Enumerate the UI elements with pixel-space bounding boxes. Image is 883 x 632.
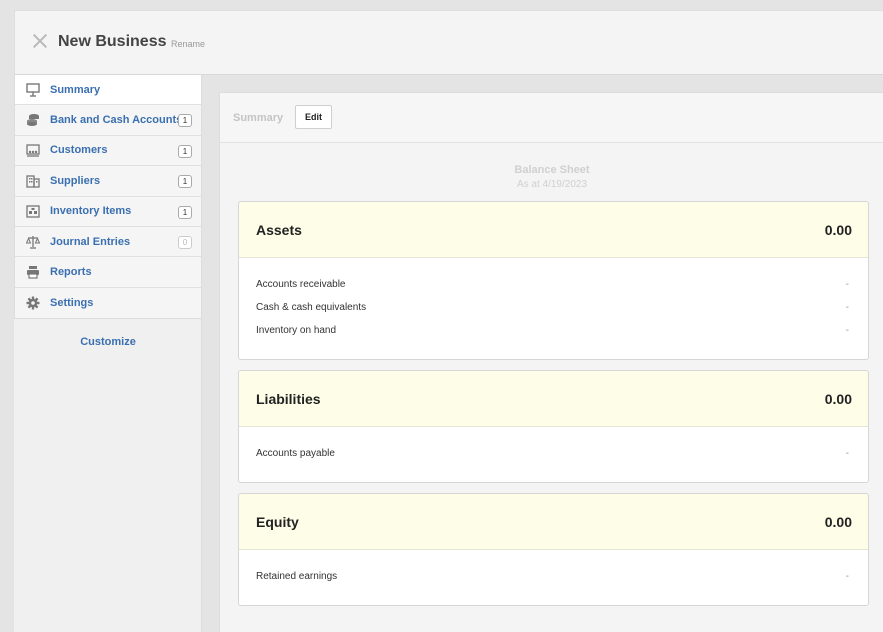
- line-value: -: [845, 325, 849, 336]
- count-badge: 1: [178, 205, 192, 219]
- business-header: New Business Rename: [14, 10, 883, 75]
- sidebar-item-journal-entries[interactable]: Journal Entries 0: [15, 226, 201, 258]
- warehouse-icon: [26, 204, 40, 218]
- line-label: Inventory on hand: [256, 325, 337, 336]
- sidebar-item-label: Journal Entries: [50, 235, 131, 248]
- line-value: -: [845, 571, 849, 582]
- scales-icon: [26, 235, 40, 249]
- section-title: Assets: [256, 222, 302, 238]
- list-item: Cash & cash equivalents -: [256, 301, 851, 324]
- list-item: Inventory on hand -: [256, 324, 851, 347]
- content-toolbar: Summary Edit: [220, 93, 883, 143]
- list-item: Accounts payable -: [256, 447, 851, 470]
- count-badge: 0: [178, 235, 192, 249]
- section-title: Liabilities: [256, 391, 321, 407]
- count-badge: 1: [178, 144, 192, 158]
- line-label: Accounts receivable: [256, 279, 346, 290]
- count-badge: 1: [178, 114, 192, 128]
- line-value: -: [845, 448, 849, 459]
- liabilities-card: Liabilities 0.00 Accounts payable -: [238, 370, 869, 483]
- section-total: 0.00: [824, 514, 852, 530]
- building-icon: [26, 174, 40, 188]
- sidebar-item-label: Inventory Items: [50, 205, 132, 218]
- line-label: Cash & cash equivalents: [256, 302, 367, 313]
- list-item: Accounts receivable -: [256, 278, 851, 301]
- equity-card: Equity 0.00 Retained earnings -: [238, 493, 869, 606]
- sidebar-item-summary[interactable]: Summary: [15, 75, 201, 106]
- report-subtitle: As at 4/19/2023: [516, 179, 588, 190]
- sidebar-item-label: Bank and Cash Accounts: [50, 114, 183, 127]
- sidebar-item-bank-and-cash-accounts[interactable]: Bank and Cash Accounts 1: [15, 105, 201, 136]
- list-item: Retained earnings -: [256, 570, 851, 593]
- line-value: -: [845, 302, 849, 313]
- gear-icon: [26, 296, 40, 310]
- sidebar-item-label: Customers: [50, 144, 108, 157]
- card-header: Liabilities 0.00: [239, 371, 868, 427]
- sidebar-item-label: Suppliers: [50, 174, 101, 187]
- rename-link[interactable]: Rename: [171, 39, 205, 49]
- card-header: Equity 0.00: [239, 494, 868, 550]
- breadcrumb: Summary: [233, 112, 284, 124]
- report-title: Balance Sheet: [514, 164, 590, 176]
- sidebar-item-inventory-items[interactable]: Inventory Items 1: [15, 196, 201, 227]
- line-label: Accounts payable: [256, 448, 335, 459]
- top-strip: [0, 0, 883, 10]
- customers-icon: [26, 143, 40, 158]
- section-total: 0.00: [824, 222, 852, 238]
- edit-button[interactable]: Edit: [295, 105, 332, 129]
- card-body: Retained earnings -: [239, 550, 868, 605]
- line-label: Retained earnings: [256, 571, 338, 582]
- section-title: Equity: [256, 514, 299, 530]
- line-value: -: [845, 279, 849, 290]
- sidebar-item-label: Reports: [50, 266, 92, 279]
- sidebar-item-label: Settings: [50, 296, 94, 309]
- sidebar-item-settings[interactable]: Settings: [15, 287, 201, 319]
- presentation-icon: [26, 82, 40, 97]
- sidebar-item-label: Summary: [50, 83, 101, 96]
- section-total: 0.00: [824, 391, 852, 407]
- main-content: Summary Edit Balance Sheet As at 4/19/20…: [219, 92, 883, 632]
- close-icon[interactable]: [32, 33, 48, 49]
- card-body: Accounts payable -: [239, 427, 868, 482]
- coins-icon: [26, 113, 40, 127]
- business-name: New Business: [58, 33, 167, 50]
- printer-icon: [26, 265, 40, 279]
- sidebar-item-reports[interactable]: Reports: [15, 257, 201, 288]
- sidebar-item-customers[interactable]: Customers 1: [15, 135, 201, 167]
- sidebar-nav: Summary Bank and Cash Accounts 1 Custome…: [14, 75, 202, 320]
- customize-link[interactable]: Customize: [14, 336, 202, 348]
- card-body: Accounts receivable - Cash & cash equiva…: [239, 258, 868, 359]
- count-badge: 1: [178, 175, 192, 189]
- sidebar-item-suppliers[interactable]: Suppliers 1: [15, 166, 201, 197]
- assets-card: Assets 0.00 Accounts receivable - Cash &…: [238, 201, 869, 360]
- card-header: Assets 0.00: [239, 202, 868, 258]
